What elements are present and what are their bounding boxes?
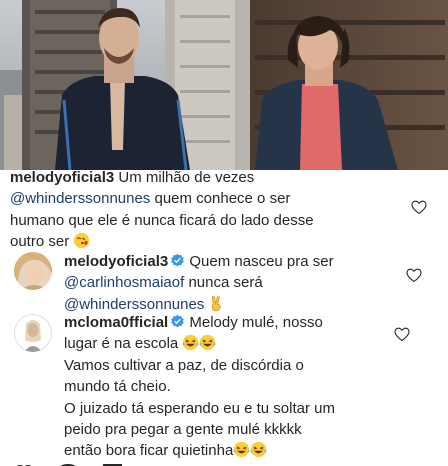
mention-link[interactable]: @whinderssonnunes — [10, 190, 150, 207]
comment-text: humano que ele é nunca ficará do lado de… — [10, 211, 314, 229]
comment-text: Quem nasceu pra ser — [189, 253, 334, 270]
mention-link[interactable]: @whinderssonnunes — [64, 296, 204, 313]
laughing-tears-emoji — [250, 442, 267, 458]
comment-text: peido pra pegar a gente mulé kkkkk — [64, 421, 302, 439]
mention-link[interactable]: @carlinhosmaiaof — [64, 274, 184, 291]
comment-text: então bora ficar quietinha — [64, 442, 234, 460]
laughing-tears-emoji — [200, 335, 216, 351]
verified-badge-icon — [171, 314, 185, 328]
laughing-tears-emoji — [183, 335, 199, 351]
comment-text: lugar é na escola — [64, 335, 179, 353]
heart-icon[interactable] — [406, 268, 422, 283]
comment-text: Melody mulé, nosso — [189, 314, 323, 331]
comment-username[interactable]: mcloma0fficial — [64, 314, 168, 331]
comment-text: nunca será — [188, 274, 263, 292]
avatar[interactable] — [14, 252, 52, 290]
kissing-face-emoji — [74, 233, 90, 249]
comment-text: outro ser — [10, 233, 70, 251]
comment-text: Um milhão de vezes — [118, 169, 255, 186]
heart-icon[interactable] — [394, 327, 410, 342]
comment-text: quem conhece o ser — [154, 190, 291, 208]
verified-badge-icon — [171, 253, 185, 267]
comment-username[interactable]: melodyoficial3 — [10, 169, 114, 186]
avatar[interactable] — [14, 314, 52, 352]
post-photo — [0, 0, 448, 170]
comment-text: mundo tá cheio. — [64, 378, 171, 396]
comment-text: O juizado tá esperando eu e tu soltar um — [64, 399, 335, 417]
comment-text: Vamos cultivar a paz, de discórdia o — [64, 356, 304, 374]
victory-hand-emoji — [212, 296, 222, 312]
comment-username[interactable]: melodyoficial3 — [64, 253, 168, 270]
laughing-tears-emoji — [233, 442, 250, 458]
bottom-action-bar — [0, 458, 448, 466]
heart-icon[interactable] — [411, 200, 427, 215]
